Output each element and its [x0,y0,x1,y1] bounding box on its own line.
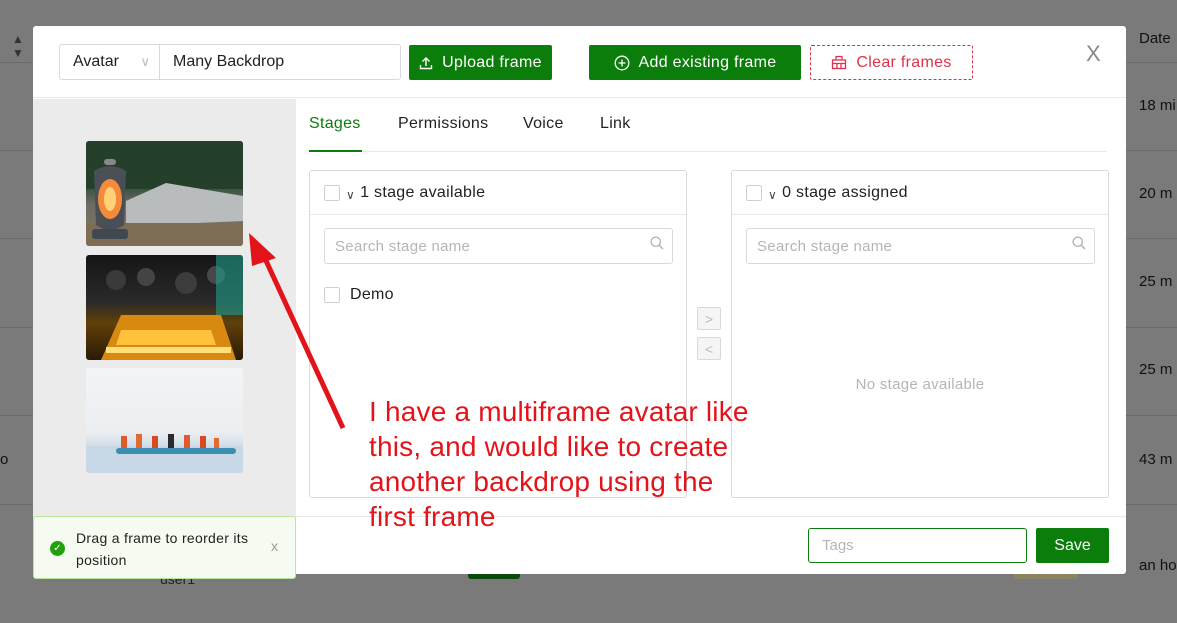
check-circle-icon: ✓ [50,541,65,556]
clear-frames-button[interactable]: Clear frames [810,45,973,80]
available-stages-header: ∨ 1 stage available [310,171,686,215]
select-all-assigned-checkbox[interactable] [746,184,762,201]
modal-header: Avatar ∨ Upload frame Add existing frame… [33,26,1126,98]
clear-frames-label: Clear frames [856,53,952,71]
stage-item[interactable]: Demo [324,286,394,304]
empty-assigned-message: No stage available [855,376,985,393]
active-tab-indicator [309,150,362,152]
search-available-stages-input[interactable] [324,228,673,264]
date-cell: 43 m [1139,451,1173,468]
kayak-image [86,434,243,473]
chevron-down-icon: ∨ [140,54,150,69]
date-cell: 25 m [1139,361,1173,378]
search-icon [650,236,664,250]
date-cell: 25 m [1139,273,1173,290]
frame-thumbnail[interactable] [86,141,243,246]
chevron-down-icon[interactable]: ∨ [768,188,777,202]
available-count-label: 1 stage available [360,183,486,201]
clear-icon [832,55,847,70]
close-icon[interactable]: X [1086,41,1101,67]
sort-icon[interactable]: ▲ ▼ [12,32,24,60]
tags-input[interactable] [808,528,1027,563]
stage-item-label: Demo [350,286,394,303]
frame-thumbnail[interactable] [86,255,243,360]
close-icon[interactable]: x [271,538,278,554]
media-type-select[interactable]: Avatar ∨ [59,44,160,80]
frame-thumbnail[interactable] [86,368,243,473]
upload-icon [419,56,433,69]
add-existing-frame-label: Add existing frame [638,53,777,71]
search-assigned-stages-input[interactable] [746,228,1095,264]
stage-item-checkbox[interactable] [324,287,340,303]
plus-circle-icon [614,55,629,70]
tab-stages[interactable]: Stages [309,115,361,133]
tab-voice[interactable]: Voice [523,115,564,133]
tab-link[interactable]: Link [600,115,631,133]
date-cell: 20 m [1139,185,1173,202]
toast-message: Drag a frame to reorder its position [76,530,249,568]
upload-frame-label: Upload frame [442,53,542,71]
move-left-button[interactable]: < [697,337,721,360]
annotation-text: I have a multiframe avatar like this, an… [369,396,749,532]
media-name-input[interactable] [159,44,401,80]
media-type-value: Avatar [73,53,119,70]
date-cell: 18 mi [1139,97,1176,114]
date-column-header[interactable]: Date [1139,30,1171,47]
frames-panel [33,99,296,574]
assigned-stages-header: ∨ 0 stage assigned [732,171,1108,215]
select-all-available-checkbox[interactable] [324,184,340,201]
move-right-button[interactable]: > [697,307,721,330]
chevron-down-icon[interactable]: ∨ [346,188,355,202]
lantern-image [86,141,243,246]
row-text-fragment: o [0,451,9,468]
save-button[interactable]: Save [1036,528,1109,563]
search-icon [1072,236,1086,250]
date-cell: an ho [1139,557,1177,574]
reorder-hint-toast: ✓ Drag a frame to reorder its position x [33,516,296,579]
tab-permissions[interactable]: Permissions [398,115,488,133]
candles-image [101,255,243,360]
add-existing-frame-button[interactable]: Add existing frame [589,45,801,80]
assigned-stages-list: ∨ 0 stage assigned No stage available [731,170,1109,498]
assigned-count-label: 0 stage assigned [782,183,908,201]
upload-frame-button[interactable]: Upload frame [409,45,552,80]
tab-bar: Stages Permissions Voice Link [309,98,1107,152]
